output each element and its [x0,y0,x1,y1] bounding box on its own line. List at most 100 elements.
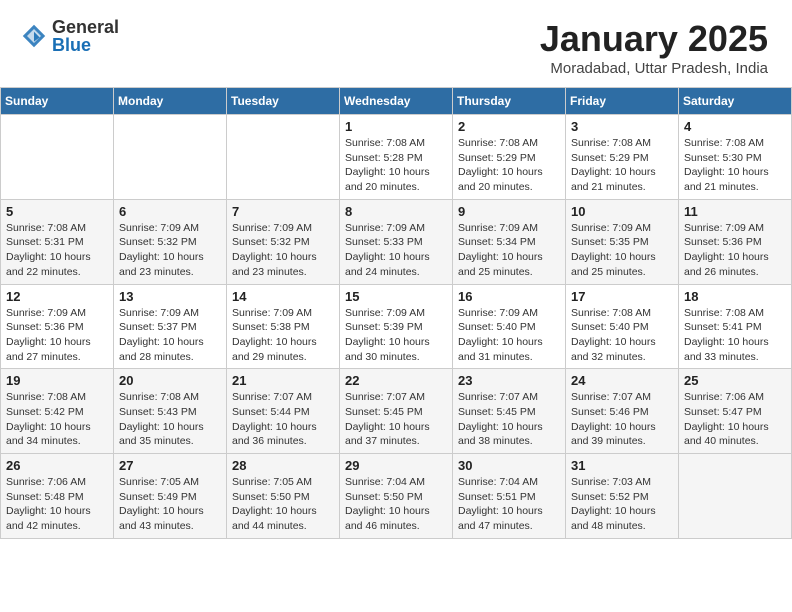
calendar-cell: 18 Sunrise: 7:08 AM Sunset: 5:41 PM Dayli… [679,284,792,369]
calendar-cell [114,115,227,200]
day-info: Sunrise: 7:09 AM Sunset: 5:32 PM Dayligh… [232,221,334,280]
day-info: Sunrise: 7:09 AM Sunset: 5:40 PM Dayligh… [458,306,560,365]
calendar-cell: 25 Sunrise: 7:06 AM Sunset: 5:47 PM Dayli… [679,369,792,454]
calendar-cell: 16 Sunrise: 7:09 AM Sunset: 5:40 PM Dayli… [453,284,566,369]
calendar-cell: 10 Sunrise: 7:09 AM Sunset: 5:35 PM Dayli… [566,199,679,284]
page-header: General Blue January 2025 Moradabad, Utt… [0,0,792,87]
weekday-header: Tuesday [227,88,340,115]
day-info: Sunrise: 7:09 AM Sunset: 5:39 PM Dayligh… [345,306,447,365]
calendar-week-row: 19 Sunrise: 7:08 AM Sunset: 5:42 PM Dayli… [1,369,792,454]
calendar-cell: 23Sunrise: 7:07 AM Sunset: 5:45 PM Dayli… [453,369,566,454]
day-number: 31 [571,458,673,473]
day-number: 18 [684,289,786,304]
day-number: 20 [119,373,221,388]
calendar-cell [679,454,792,539]
day-info: Sunrise: 7:08 AM Sunset: 5:41 PM Dayligh… [684,306,786,365]
day-number: 25 [684,373,786,388]
calendar-week-row: 5 Sunrise: 7:08 AM Sunset: 5:31 PM Daylig… [1,199,792,284]
day-number: 15 [345,289,447,304]
day-info: Sunrise: 7:08 AM Sunset: 5:29 PM Dayligh… [458,136,560,195]
day-info: Sunrise: 7:05 AM Sunset: 5:50 PM Dayligh… [232,475,334,534]
day-number: 11 [684,204,786,219]
day-number: 5 [6,204,108,219]
day-info: Sunrise: 7:09 AM Sunset: 5:36 PM Dayligh… [6,306,108,365]
day-info: Sunrise: 7:08 AM Sunset: 5:31 PM Dayligh… [6,221,108,280]
day-info: Sunrise: 7:08 AM Sunset: 5:42 PM Dayligh… [6,390,108,449]
weekday-header: Saturday [679,88,792,115]
calendar-cell: 27 Sunrise: 7:05 AM Sunset: 5:49 PM Dayli… [114,454,227,539]
calendar-cell: 13Sunrise: 7:09 AM Sunset: 5:37 PM Dayli… [114,284,227,369]
logo-blue: Blue [52,36,119,54]
calendar-cell: 9 Sunrise: 7:09 AM Sunset: 5:34 PM Daylig… [453,199,566,284]
day-number: 28 [232,458,334,473]
day-number: 12 [6,289,108,304]
day-info: Sunrise: 7:04 AM Sunset: 5:51 PM Dayligh… [458,475,560,534]
calendar-week-row: 1 Sunrise: 7:08 AM Sunset: 5:28 PM Daylig… [1,115,792,200]
calendar-header-row: SundayMondayTuesdayWednesdayThursdayFrid… [1,88,792,115]
calendar-cell: 15 Sunrise: 7:09 AM Sunset: 5:39 PM Dayli… [340,284,453,369]
calendar-cell: 14 Sunrise: 7:09 AM Sunset: 5:38 PM Dayli… [227,284,340,369]
day-number: 3 [571,119,673,134]
day-number: 2 [458,119,560,134]
day-info: Sunrise: 7:03 AM Sunset: 5:52 PM Dayligh… [571,475,673,534]
day-number: 17 [571,289,673,304]
calendar-cell: 22 Sunrise: 7:07 AM Sunset: 5:45 PM Dayli… [340,369,453,454]
calendar-cell: 6 Sunrise: 7:09 AM Sunset: 5:32 PM Daylig… [114,199,227,284]
title-block: January 2025 Moradabad, Uttar Pradesh, I… [540,18,768,77]
weekday-header: Friday [566,88,679,115]
day-info: Sunrise: 7:07 AM Sunset: 5:46 PM Dayligh… [571,390,673,449]
calendar-cell [227,115,340,200]
day-info: Sunrise: 7:09 AM Sunset: 5:32 PM Dayligh… [119,221,221,280]
day-number: 29 [345,458,447,473]
logo: General Blue [20,18,119,54]
calendar-cell: 19 Sunrise: 7:08 AM Sunset: 5:42 PM Dayli… [1,369,114,454]
day-info: Sunrise: 7:09 AM Sunset: 5:35 PM Dayligh… [571,221,673,280]
calendar-cell: 30 Sunrise: 7:04 AM Sunset: 5:51 PM Dayli… [453,454,566,539]
day-number: 16 [458,289,560,304]
calendar-cell: 1 Sunrise: 7:08 AM Sunset: 5:28 PM Daylig… [340,115,453,200]
day-number: 30 [458,458,560,473]
weekday-header: Monday [114,88,227,115]
calendar-table: SundayMondayTuesdayWednesdayThursdayFrid… [0,87,792,539]
day-info: Sunrise: 7:09 AM Sunset: 5:36 PM Dayligh… [684,221,786,280]
calendar-cell: 4 Sunrise: 7:08 AM Sunset: 5:30 PM Daylig… [679,115,792,200]
day-info: Sunrise: 7:05 AM Sunset: 5:49 PM Dayligh… [119,475,221,534]
calendar-cell: 7 Sunrise: 7:09 AM Sunset: 5:32 PM Daylig… [227,199,340,284]
day-info: Sunrise: 7:08 AM Sunset: 5:30 PM Dayligh… [684,136,786,195]
day-number: 27 [119,458,221,473]
weekday-header: Sunday [1,88,114,115]
calendar-cell: 20 Sunrise: 7:08 AM Sunset: 5:43 PM Dayli… [114,369,227,454]
calendar-cell: 31 Sunrise: 7:03 AM Sunset: 5:52 PM Dayli… [566,454,679,539]
day-number: 6 [119,204,221,219]
day-number: 7 [232,204,334,219]
day-number: 14 [232,289,334,304]
day-number: 1 [345,119,447,134]
day-info: Sunrise: 7:07 AM Sunset: 5:45 PM Dayligh… [345,390,447,449]
day-number: 23 [458,373,560,388]
day-number: 8 [345,204,447,219]
day-info: Sunrise: 7:08 AM Sunset: 5:28 PM Dayligh… [345,136,447,195]
calendar-cell: 3Sunrise: 7:08 AM Sunset: 5:29 PM Daylig… [566,115,679,200]
day-info: Sunrise: 7:09 AM Sunset: 5:34 PM Dayligh… [458,221,560,280]
day-info: Sunrise: 7:04 AM Sunset: 5:50 PM Dayligh… [345,475,447,534]
calendar-week-row: 26Sunrise: 7:06 AM Sunset: 5:48 PM Dayli… [1,454,792,539]
day-info: Sunrise: 7:09 AM Sunset: 5:33 PM Dayligh… [345,221,447,280]
calendar-cell: 5 Sunrise: 7:08 AM Sunset: 5:31 PM Daylig… [1,199,114,284]
day-info: Sunrise: 7:07 AM Sunset: 5:44 PM Dayligh… [232,390,334,449]
day-number: 4 [684,119,786,134]
calendar-cell: 26Sunrise: 7:06 AM Sunset: 5:48 PM Dayli… [1,454,114,539]
day-number: 22 [345,373,447,388]
calendar-cell: 21 Sunrise: 7:07 AM Sunset: 5:44 PM Dayli… [227,369,340,454]
calendar-week-row: 12 Sunrise: 7:09 AM Sunset: 5:36 PM Dayli… [1,284,792,369]
day-number: 9 [458,204,560,219]
day-number: 21 [232,373,334,388]
day-info: Sunrise: 7:06 AM Sunset: 5:47 PM Dayligh… [684,390,786,449]
location: Moradabad, Uttar Pradesh, India [540,60,768,77]
day-number: 19 [6,373,108,388]
weekday-header: Thursday [453,88,566,115]
logo-icon [20,22,48,50]
day-info: Sunrise: 7:06 AM Sunset: 5:48 PM Dayligh… [6,475,108,534]
day-number: 10 [571,204,673,219]
day-info: Sunrise: 7:09 AM Sunset: 5:38 PM Dayligh… [232,306,334,365]
day-info: Sunrise: 7:08 AM Sunset: 5:43 PM Dayligh… [119,390,221,449]
